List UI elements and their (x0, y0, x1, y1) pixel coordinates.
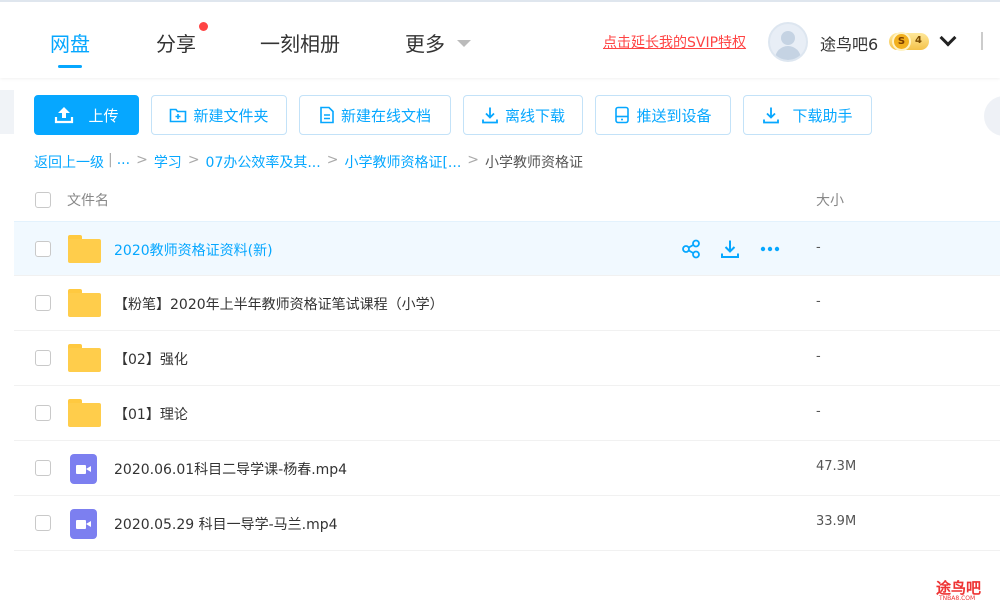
file-size: 47.3M (816, 459, 857, 474)
file-name[interactable]: 2020.05.29 科目一导学-马兰.mp4 (114, 514, 338, 534)
avatar[interactable] (768, 22, 808, 62)
file-size: 33.9M (816, 514, 857, 529)
notification-dot (199, 22, 208, 31)
breadcrumb-item-study[interactable]: 学习 (154, 152, 182, 172)
breadcrumb-ellipsis[interactable]: ... (117, 152, 130, 172)
breadcrumb-separator: > (467, 152, 479, 168)
vip-level: 4 (915, 35, 922, 46)
row-checkbox[interactable] (35, 405, 51, 421)
breadcrumb: 返回上一级 | ... > 学习 > 07办公效率及其... > 小学教师资格证… (34, 152, 583, 172)
download-helper-label: 下载助手 (792, 106, 853, 125)
file-size: - (816, 404, 821, 419)
breadcrumb-item-office[interactable]: 07办公效率及其... (206, 152, 321, 172)
row-actions (681, 239, 781, 259)
top-navigation-bar: 网盘 分享 一刻相册 更多 点击延长我的SVIP特权 途鸟吧6 S 4 (0, 0, 1000, 78)
offline-download-label: 离线下载 (504, 106, 565, 125)
offline-download-button[interactable]: 离线下载 (463, 95, 583, 135)
document-icon (320, 106, 334, 124)
upload-button[interactable]: 上传 (34, 95, 139, 135)
column-header-name[interactable]: 文件名 (67, 190, 109, 210)
svip-renew-link[interactable]: 点击延长我的SVIP特权 (603, 32, 746, 52)
row-checkbox[interactable] (35, 241, 51, 257)
username[interactable]: 途鸟吧6 (820, 31, 878, 55)
new-online-doc-button[interactable]: 新建在线文档 (299, 95, 451, 135)
download-helper-icon (763, 107, 780, 124)
file-name[interactable]: 【粉笔】2020年上半年教师资格证笔试课程（小学） (114, 294, 444, 314)
row-checkbox[interactable] (35, 460, 51, 476)
avatar-head (781, 31, 795, 45)
more-options-icon[interactable] (759, 239, 781, 259)
nav-active-indicator (58, 65, 82, 68)
breadcrumb-current: 小学教师资格证 (485, 155, 583, 171)
breadcrumb-divider: | (108, 152, 113, 168)
vip-level-badge[interactable]: S 4 (889, 32, 929, 51)
new-online-doc-label: 新建在线文档 (340, 106, 431, 125)
file-size: - (816, 294, 821, 309)
breadcrumb-separator: > (326, 152, 339, 168)
watermark: 途鸟吧 TNBA8.COM (918, 577, 981, 602)
table-row[interactable]: 2020.05.29 科目一导学-马兰.mp4 33.9M (14, 496, 1000, 551)
table-row[interactable]: 2020教师资格证资料(新) - (14, 221, 1000, 276)
row-checkbox[interactable] (35, 515, 51, 531)
upload-label: 上传 (88, 106, 119, 125)
table-row[interactable]: 【粉笔】2020年上半年教师资格证笔试课程（小学） - (14, 276, 1000, 331)
share-icon[interactable] (681, 239, 701, 259)
nav-item-album[interactable]: 一刻相册 (260, 28, 340, 57)
file-size: - (816, 349, 821, 364)
folder-icon (68, 399, 101, 427)
file-name[interactable]: 【01】理论 (114, 404, 188, 424)
download-helper-button[interactable]: 下载助手 (743, 95, 872, 135)
file-size: - (816, 240, 821, 255)
folder-icon (68, 289, 101, 317)
select-all-checkbox[interactable] (35, 192, 51, 208)
nav-item-more[interactable]: 更多 (405, 28, 445, 57)
new-folder-label: 新建文件夹 (193, 106, 269, 125)
nav-item-share[interactable]: 分享 (156, 28, 196, 57)
row-checkbox[interactable] (35, 350, 51, 366)
file-name[interactable]: 2020教师资格证资料(新) (114, 240, 273, 260)
folder-icon (68, 344, 101, 372)
column-header-size[interactable]: 大小 (816, 190, 844, 210)
right-edge-handle[interactable] (984, 96, 1000, 136)
download-icon[interactable] (720, 239, 740, 259)
push-to-device-button[interactable]: 推送到设备 (595, 95, 731, 135)
push-to-device-label: 推送到设备 (636, 106, 712, 125)
toolbar-divider (981, 32, 983, 50)
watermark-subtext: TNBA8.COM (939, 595, 976, 602)
new-folder-button[interactable]: 新建文件夹 (151, 95, 287, 135)
breadcrumb-item-teacher-cert[interactable]: 小学教师资格证[... (344, 152, 461, 172)
table-row[interactable]: 【02】强化 - (14, 331, 1000, 386)
nav-item-netdisk[interactable]: 网盘 (50, 28, 90, 57)
file-name[interactable]: 【02】强化 (114, 349, 188, 369)
video-file-icon (70, 454, 97, 484)
file-name[interactable]: 2020.06.01科目二导学课-杨春.mp4 (114, 459, 347, 479)
new-folder-icon (170, 108, 187, 123)
video-file-icon (70, 509, 97, 539)
svip-icon: S (892, 32, 911, 51)
folder-icon (68, 235, 101, 263)
breadcrumb-separator: > (136, 152, 148, 168)
upload-icon (55, 107, 74, 124)
device-icon (615, 106, 630, 124)
download-icon (482, 107, 498, 124)
table-row[interactable]: 【01】理论 - (14, 386, 1000, 441)
left-edge-strip (0, 90, 14, 134)
table-row[interactable]: 2020.06.01科目二导学课-杨春.mp4 47.3M (14, 441, 1000, 496)
user-menu-chevron-icon[interactable] (939, 29, 957, 47)
breadcrumb-back[interactable]: 返回上一级 (34, 152, 104, 172)
row-checkbox[interactable] (35, 295, 51, 311)
chevron-down-icon[interactable] (457, 40, 471, 47)
avatar-body (775, 46, 801, 60)
breadcrumb-separator: > (187, 152, 200, 168)
